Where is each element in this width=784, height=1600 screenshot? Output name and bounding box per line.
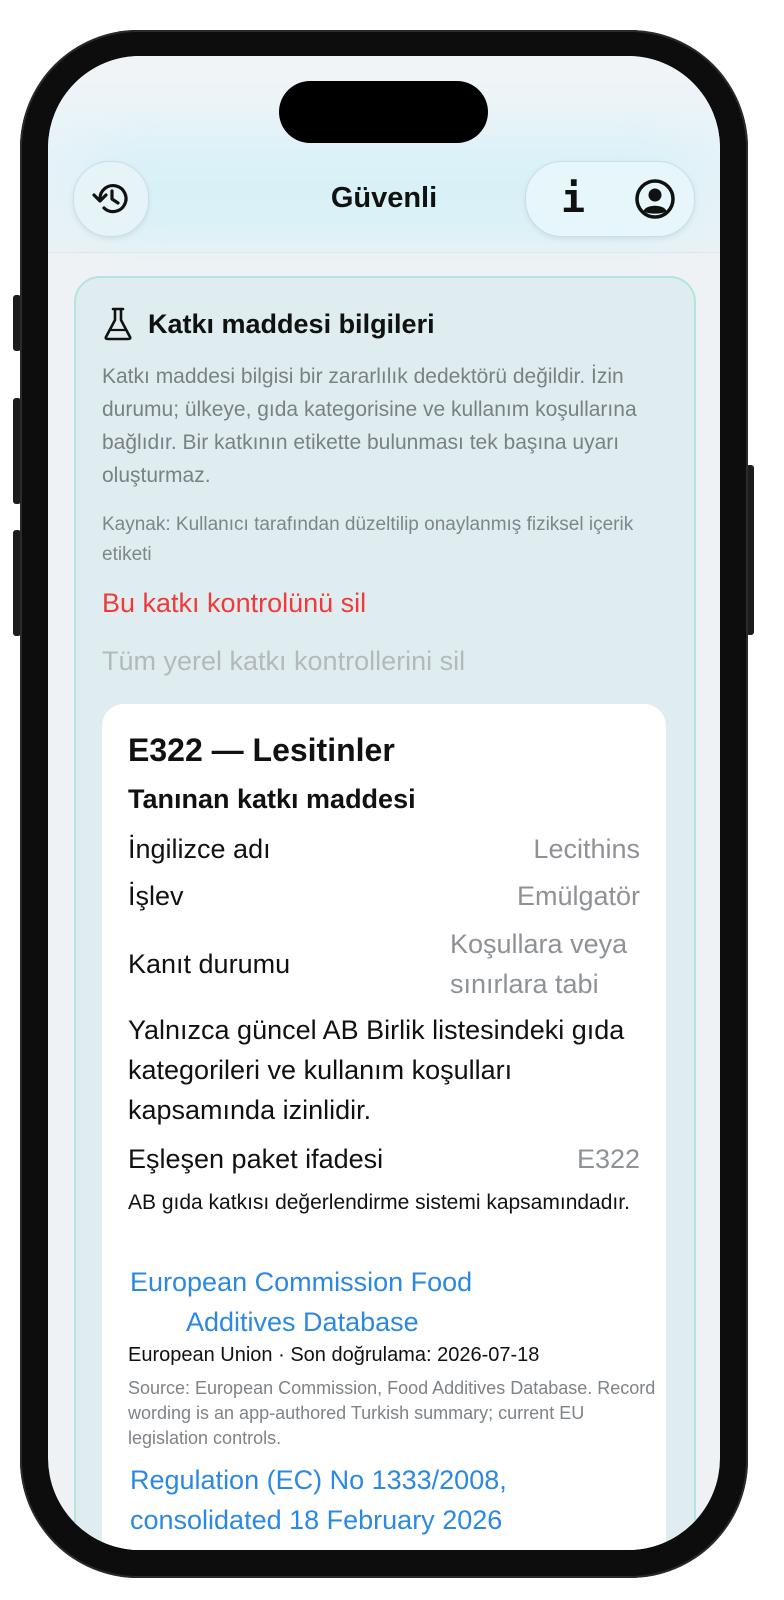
regulation-link[interactable]: Regulation (EC) No 1333/2008, consolidat… [130, 1460, 650, 1540]
english-name-value: Lecithins [533, 834, 640, 864]
info-icon: i [560, 176, 586, 222]
match-label: Eşleşen paket ifadesi [128, 1144, 384, 1174]
ec-database-link[interactable]: European Commission Food Additives Datab… [130, 1262, 472, 1342]
source-note: Source: European Commission, Food Additi… [128, 1378, 656, 1448]
evidence-value: Koşullara veya sınırlara tabi [450, 929, 628, 999]
function-label: İşlev [128, 881, 184, 911]
additive-info-panel: Katkı maddesi bilgileri Katkı maddesi bi… [74, 276, 696, 1550]
panel-description: Katkı maddesi bilgisi bir zararlılık ded… [102, 365, 637, 487]
header-actions: i [525, 161, 695, 237]
source-meta: European Union · Son doğrulama: 2026-07-… [128, 1344, 540, 1366]
delete-all-checks-button[interactable]: Tüm yerel katkı kontrollerini sil [102, 646, 465, 677]
eu-system-text: AB gıda katkısı değerlendirme sistemi ka… [128, 1191, 630, 1214]
match-value: E322 [576, 1144, 640, 1174]
delete-check-button[interactable]: Bu katkı kontrolünü sil [102, 588, 366, 619]
page-title: Güvenli [330, 182, 438, 214]
ec-database-link-line2: Additives Database [186, 1307, 419, 1337]
history-button[interactable] [73, 161, 149, 237]
english-name-label: İngilizce adı [128, 834, 271, 864]
dynamic-island [279, 81, 488, 143]
panel-header: Katkı maddesi bilgileri [102, 304, 435, 344]
additive-title: E322 — Lesitinler [128, 732, 395, 768]
screen: Güvenli i Katkı maddesi bilgileri Katkı … [48, 56, 720, 1550]
evidence-label: Kanıt durumu [128, 949, 291, 979]
profile-icon [635, 179, 675, 219]
permission-text: Yalnızca güncel AB Birlik listesindeki g… [128, 1015, 625, 1125]
info-button[interactable]: i [538, 162, 608, 236]
history-icon [92, 184, 128, 214]
function-value: Emülgatör [516, 881, 640, 911]
flask-icon [104, 307, 132, 341]
panel-title: Katkı maddesi bilgileri [148, 308, 435, 339]
panel-source: Kaynak: Kullanıcı tarafından düzeltilip … [102, 514, 634, 565]
profile-button[interactable] [620, 162, 690, 236]
additive-status: Tanınan katkı maddesi [128, 784, 416, 814]
ec-database-link-line1: European Commission Food [130, 1267, 473, 1297]
additive-card: E322 — Lesitinler Tanınan katkı maddesi … [102, 704, 666, 1550]
